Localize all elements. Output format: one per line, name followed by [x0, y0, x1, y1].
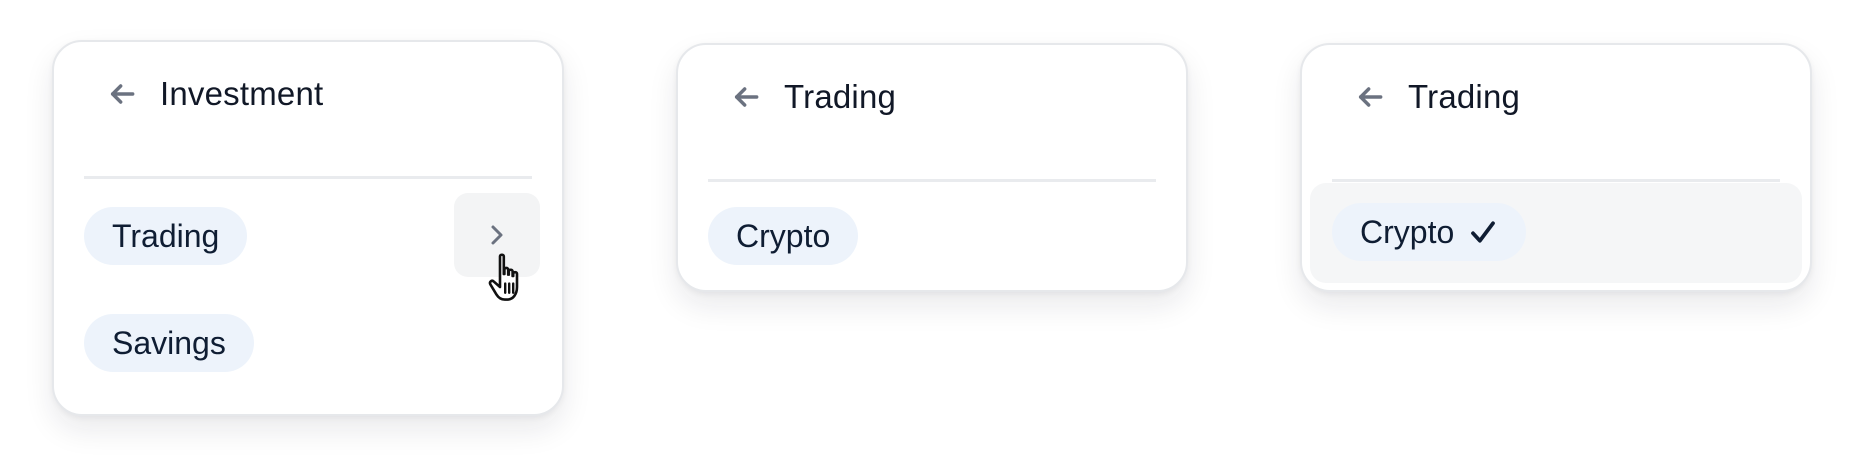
menu-item-pill[interactable]: Crypto [708, 207, 859, 265]
menu-header: Investment [54, 42, 562, 174]
menu-item-label: Trading [112, 218, 220, 254]
menu-item-pill[interactable]: Savings [84, 314, 254, 372]
menu-card-investment: Investment Trading Savings [52, 40, 564, 416]
menu-item-label: Crypto [1360, 214, 1455, 250]
menu-item-label: Savings [112, 325, 226, 361]
menu-header: Trading [678, 45, 1186, 177]
back-button[interactable] [98, 70, 146, 118]
check-icon [1471, 221, 1496, 243]
open-submenu-button[interactable] [454, 193, 540, 277]
back-button[interactable] [722, 73, 770, 121]
menu-title: Trading [1408, 78, 1521, 115]
header-divider [84, 176, 532, 179]
menu-item-label: Crypto [736, 218, 831, 254]
arrow-left-icon [110, 84, 135, 104]
menu-item-crypto[interactable]: Crypto [678, 193, 1186, 277]
menu-header: Trading [1302, 45, 1810, 177]
menu-item-pill[interactable]: Crypto [1332, 203, 1527, 261]
menu-item-savings[interactable]: Savings [54, 300, 562, 384]
menu-item-trading[interactable]: Trading [54, 193, 562, 277]
menu-states-showcase: Investment Trading Savings Trading Crypt… [0, 0, 1868, 458]
back-button[interactable] [1346, 73, 1394, 121]
menu-card-trading: Trading Crypto [676, 43, 1188, 292]
arrow-left-icon [734, 87, 759, 107]
menu-title: Investment [160, 75, 324, 112]
menu-item-pill[interactable]: Trading [84, 207, 248, 265]
header-divider [708, 179, 1156, 182]
arrow-left-icon [1358, 87, 1383, 107]
menu-item-crypto-selected[interactable]: Crypto [1310, 183, 1802, 283]
menu-card-trading-selected: Trading Crypto [1300, 43, 1812, 292]
menu-title: Trading [784, 78, 897, 115]
chevron-right-icon [491, 225, 503, 245]
header-divider [1332, 179, 1780, 182]
